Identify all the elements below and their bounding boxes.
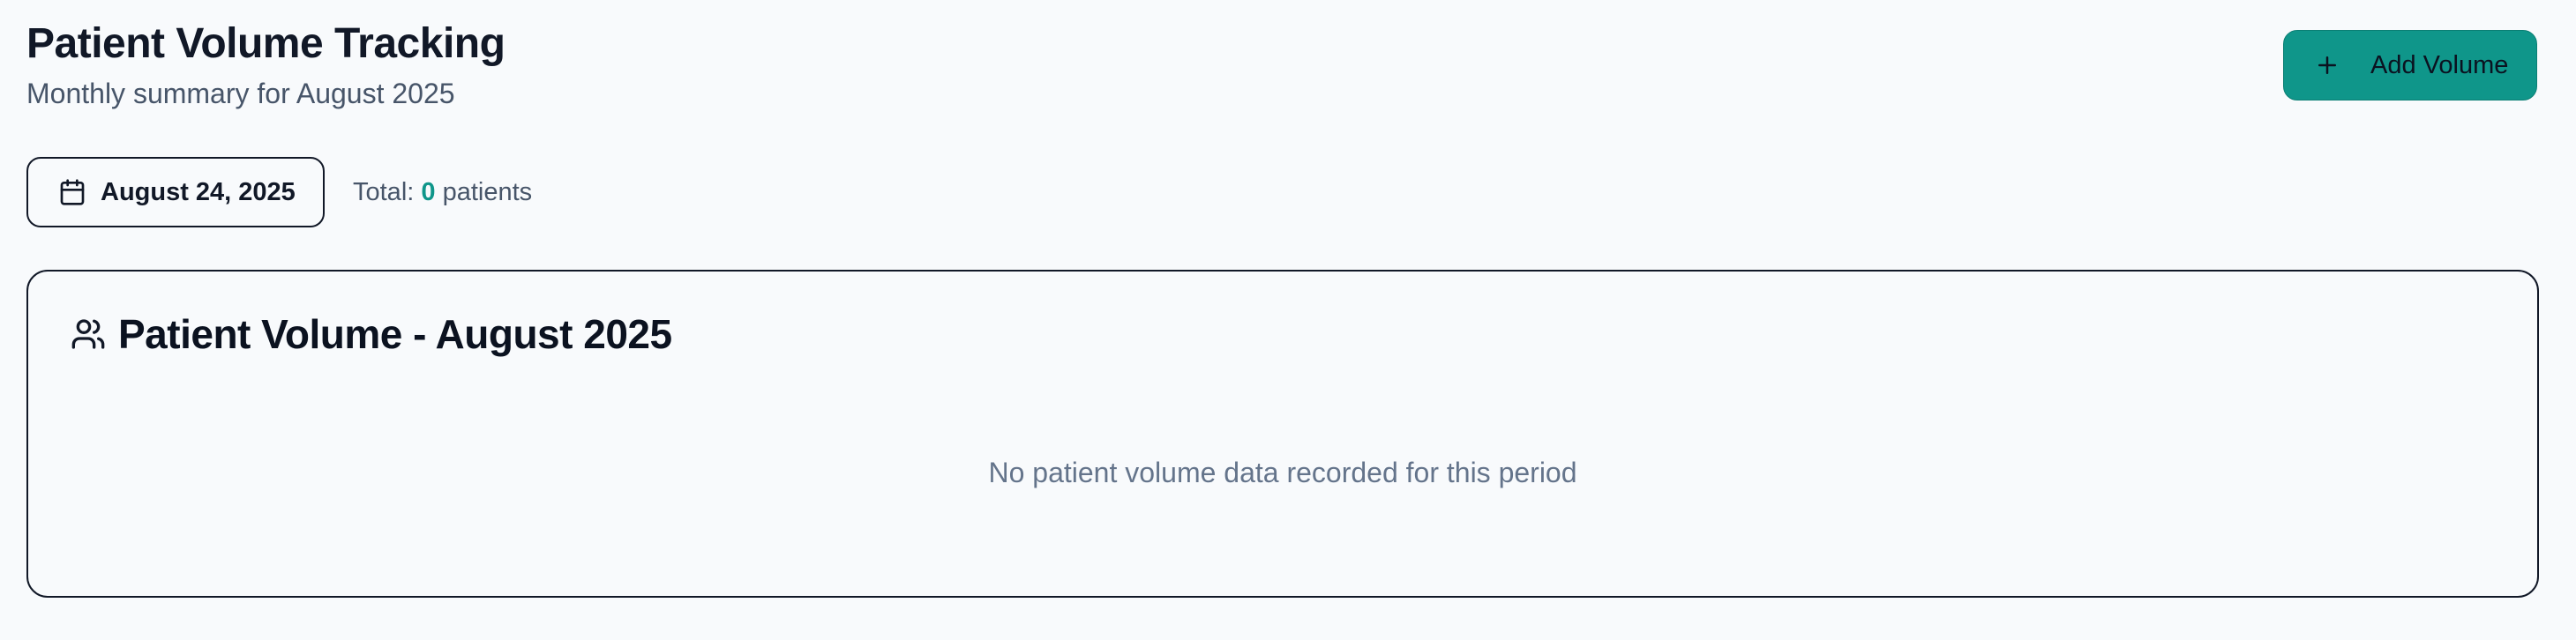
date-label: August 24, 2025 bbox=[101, 177, 296, 206]
total-summary: Total: 0 patients bbox=[353, 176, 532, 208]
total-count: 0 bbox=[421, 178, 436, 206]
card-title: Patient Volume - August 2025 bbox=[118, 311, 672, 357]
date-picker-button[interactable]: August 24, 2025 bbox=[26, 157, 325, 227]
patient-volume-card: Patient Volume - August 2025 No patient … bbox=[26, 270, 2539, 598]
users-icon bbox=[71, 316, 106, 352]
add-volume-label: Add Volume bbox=[2370, 50, 2509, 79]
page-header: Patient Volume Tracking Monthly summary … bbox=[26, 16, 505, 113]
calendar-icon bbox=[58, 178, 86, 206]
empty-state-message: No patient volume data recorded for this… bbox=[988, 457, 1577, 488]
plus-icon bbox=[2314, 52, 2340, 78]
card-header: Patient Volume - August 2025 bbox=[71, 310, 672, 358]
page-title: Patient Volume Tracking bbox=[26, 20, 505, 67]
add-volume-button[interactable]: Add Volume bbox=[2283, 30, 2537, 100]
page-subtitle: Monthly summary for August 2025 bbox=[26, 78, 455, 109]
total-suffix: patients bbox=[442, 178, 533, 206]
total-prefix: Total: bbox=[353, 178, 415, 206]
